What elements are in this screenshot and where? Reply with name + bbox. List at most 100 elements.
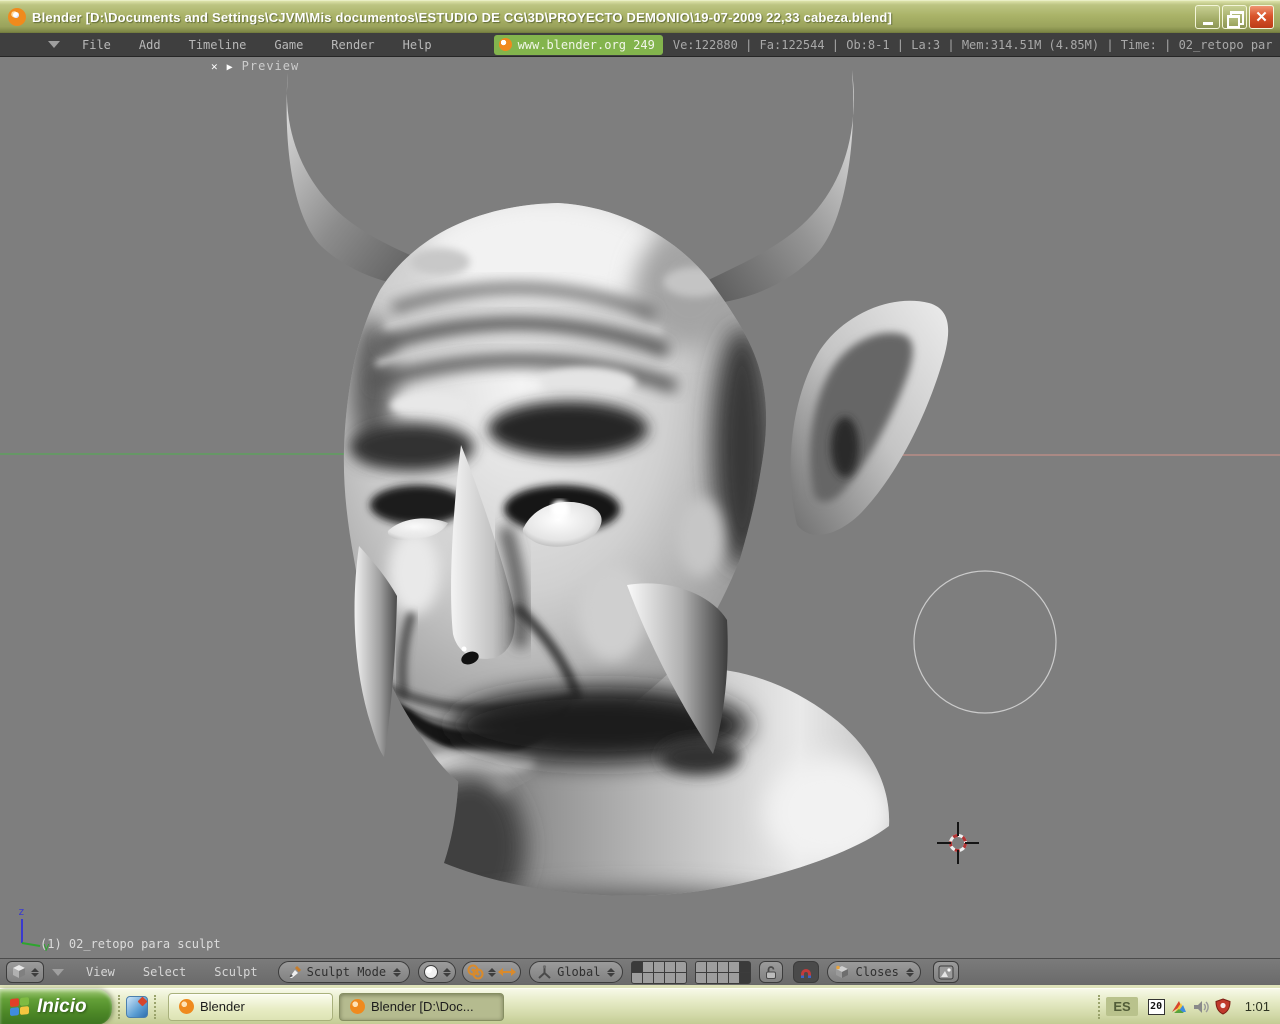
- snap-toggle-button[interactable]: [793, 961, 820, 983]
- menu-file[interactable]: File: [68, 38, 125, 52]
- preview-label: Preview: [241, 59, 300, 73]
- layer-cell[interactable]: [696, 972, 707, 983]
- manipulator-icon[interactable]: [498, 965, 517, 979]
- axis-z-label: z: [18, 905, 25, 918]
- layer-cell[interactable]: [729, 972, 740, 983]
- mode-label: Sculpt Mode: [306, 965, 387, 979]
- editor-type-button[interactable]: [6, 961, 44, 983]
- task-button-blender-active[interactable]: Blender [D:\Doc...: [339, 992, 504, 1021]
- layer-cell[interactable]: [665, 972, 676, 983]
- menu-collapse-icon[interactable]: [48, 41, 60, 48]
- menu-sculpt[interactable]: Sculpt: [200, 965, 271, 979]
- preview-expand-icon[interactable]: [227, 59, 233, 73]
- layer-cell[interactable]: [654, 961, 665, 972]
- window-controls: [1195, 5, 1274, 29]
- pivot-dropdown[interactable]: [462, 961, 522, 983]
- pivot-stepper[interactable]: [488, 967, 497, 977]
- preview-panel-header[interactable]: Preview: [211, 59, 299, 73]
- editor-type-stepper[interactable]: [31, 967, 39, 977]
- layer-cell[interactable]: [643, 972, 654, 983]
- magnet-icon: [801, 969, 812, 978]
- menu-render[interactable]: Render: [317, 38, 388, 52]
- menu-game[interactable]: Game: [260, 38, 317, 52]
- menu-help[interactable]: Help: [389, 38, 446, 52]
- shading-sphere-icon: [424, 965, 439, 979]
- task-label: Blender: [200, 999, 245, 1014]
- layer-cell[interactable]: [654, 972, 665, 983]
- system-tray: ES 20 1:01: [1092, 989, 1280, 1024]
- taskbar-separator[interactable]: [118, 994, 120, 1019]
- tray-separator[interactable]: [1098, 994, 1101, 1019]
- blender-version-badge[interactable]: www.blender.org 249: [493, 34, 663, 55]
- lock-layers-button[interactable]: [759, 961, 784, 983]
- layer-cell[interactable]: [676, 961, 687, 972]
- snap-mode-label: Closes: [855, 965, 899, 979]
- mode-stepper[interactable]: [393, 967, 402, 977]
- minimize-button[interactable]: [1195, 5, 1220, 29]
- render-image-icon: [938, 965, 954, 979]
- 3d-view-header: View Select Sculpt Sculpt Mode Global Cl…: [0, 958, 1280, 988]
- start-label: Inicio: [37, 995, 87, 1017]
- vertex-dot: [461, 646, 467, 652]
- preview-close-icon[interactable]: [211, 59, 218, 73]
- taskbar-clock: 1:01: [1244, 999, 1270, 1014]
- render-preview-button[interactable]: [932, 961, 959, 983]
- blender-app-icon: [8, 8, 26, 26]
- restore-button[interactable]: [1222, 5, 1247, 29]
- 3d-viewport[interactable]: Preview z y (1) 02_retopo para sculpt: [0, 57, 1280, 958]
- layer-cell[interactable]: [740, 972, 751, 983]
- start-button[interactable]: Inicio: [0, 988, 112, 1024]
- editor-type-cube-icon: [13, 965, 25, 978]
- menu-add[interactable]: Add: [125, 38, 175, 52]
- titlebar[interactable]: Blender [D:\Documents and Settings\CJVM\…: [0, 0, 1280, 33]
- draw-type-stepper[interactable]: [443, 967, 452, 977]
- language-indicator[interactable]: ES: [1106, 997, 1138, 1016]
- xp-taskbar: Inicio Blender Blender [D:\Doc... ES 20: [0, 988, 1280, 1024]
- taskbar-separator[interactable]: [154, 994, 156, 1019]
- layer-cell[interactable]: [696, 961, 707, 972]
- mode-dropdown[interactable]: Sculpt Mode: [277, 961, 411, 983]
- layer-cell[interactable]: [718, 972, 729, 983]
- windows-logo-icon: [10, 996, 30, 1016]
- header-collapse-icon[interactable]: [52, 968, 64, 976]
- menu-select[interactable]: Select: [129, 965, 200, 979]
- blender-menubar: File Add Timeline Game Render Help www.b…: [0, 33, 1280, 57]
- snap-target-cube-icon: [836, 965, 849, 978]
- menu-view[interactable]: View: [72, 965, 129, 979]
- menu-timeline[interactable]: Timeline: [175, 38, 261, 52]
- layer-cell[interactable]: [718, 961, 729, 972]
- window-title: Blender [D:\Documents and Settings\CJVM\…: [32, 9, 893, 25]
- 3d-viewport-scene[interactable]: [0, 57, 1280, 958]
- layer-buttons-group-2[interactable]: [695, 960, 752, 984]
- volume-tray-icon[interactable]: [1193, 999, 1210, 1015]
- task-button-blender[interactable]: Blender: [168, 992, 333, 1021]
- active-object-info: (1) 02_retopo para sculpt: [40, 937, 221, 951]
- orientation-label: Global: [557, 965, 601, 979]
- task-label: Blender [D:\Doc...: [371, 999, 474, 1014]
- pivot-icon: [467, 964, 484, 980]
- badge-label: www.blender.org 249: [517, 37, 655, 52]
- layer-cell[interactable]: [643, 961, 654, 972]
- orientation-dropdown[interactable]: Global: [529, 961, 624, 983]
- draw-type-dropdown[interactable]: [418, 961, 457, 983]
- layer-cell[interactable]: [632, 961, 643, 972]
- layer-cell[interactable]: [676, 972, 687, 983]
- layer-cell[interactable]: [707, 961, 718, 972]
- layer-cell[interactable]: [632, 972, 643, 983]
- calendar-tray-icon[interactable]: 20: [1147, 998, 1165, 1015]
- quick-launch-icon[interactable]: [126, 995, 148, 1018]
- blender-task-icon: [179, 999, 194, 1014]
- snap-mode-stepper[interactable]: [905, 967, 914, 977]
- layer-cell[interactable]: [707, 972, 718, 983]
- layer-cell[interactable]: [729, 961, 740, 972]
- graphics-tray-icon[interactable]: [1170, 998, 1188, 1015]
- layer-buttons-group-1[interactable]: [631, 960, 688, 984]
- snap-mode-dropdown[interactable]: Closes: [827, 961, 921, 983]
- blender-logo-icon: [498, 38, 512, 51]
- close-button[interactable]: [1249, 5, 1274, 29]
- layer-cell[interactable]: [665, 961, 676, 972]
- lock-icon: [766, 965, 777, 979]
- security-shield-tray-icon[interactable]: [1215, 998, 1231, 1015]
- layer-cell[interactable]: [740, 961, 751, 972]
- orientation-stepper[interactable]: [607, 967, 616, 977]
